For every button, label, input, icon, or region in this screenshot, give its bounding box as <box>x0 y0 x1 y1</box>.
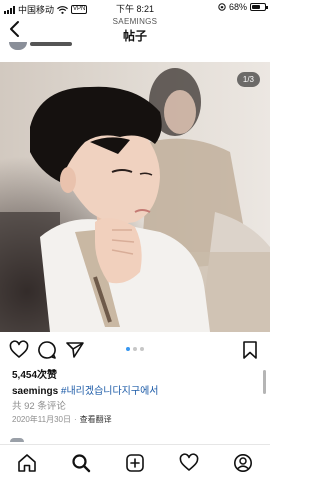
meta-separator: · <box>74 415 77 424</box>
status-bar: 中国移动 VPN 下午 8:21 68% <box>0 0 270 16</box>
caption: saemings #내리겠습니다지구에서 <box>12 382 158 397</box>
post-header: SAEMINGS 帖子 <box>0 16 270 44</box>
battery-percent: 68% <box>228 2 247 12</box>
view-comments-link[interactable]: 共 92 条评论 <box>12 398 66 412</box>
carousel-page-badge: 1/3 <box>236 72 260 87</box>
username-peek <box>30 42 72 46</box>
bottom-tab-bar <box>0 444 270 480</box>
activity-heart-icon[interactable] <box>179 453 199 473</box>
search-icon[interactable] <box>71 453 91 473</box>
battery-icon <box>250 3 268 11</box>
translate-link[interactable]: 查看翻译 <box>80 415 112 424</box>
avatar[interactable] <box>9 42 27 50</box>
new-post-icon[interactable] <box>125 453 145 473</box>
battery-fill <box>252 5 261 9</box>
carousel-dot <box>126 347 130 351</box>
scrollbar[interactable] <box>263 370 266 394</box>
carousel-dots <box>0 347 270 351</box>
post-image[interactable]: 1/3 <box>0 62 270 332</box>
post-meta: 2020年11月30日 · 查看翻译 <box>12 414 112 425</box>
caption-hashtag[interactable]: #내리겠습니다지구에서 <box>61 386 159 397</box>
next-post-avatar[interactable] <box>10 438 24 442</box>
carousel-dot <box>133 347 137 351</box>
carousel-dot <box>140 347 144 351</box>
status-right: 68% <box>218 2 268 12</box>
likes-count[interactable]: 5,454次赞 <box>12 366 57 381</box>
caption-username[interactable]: saemings <box>12 386 58 397</box>
post-photo-illustration <box>0 62 270 332</box>
home-icon[interactable] <box>17 453 37 473</box>
header-account: SAEMINGS <box>112 17 158 26</box>
post-date: 2020年11月30日 <box>12 415 71 424</box>
profile-icon[interactable] <box>233 453 253 473</box>
orientation-lock-icon <box>218 3 226 11</box>
